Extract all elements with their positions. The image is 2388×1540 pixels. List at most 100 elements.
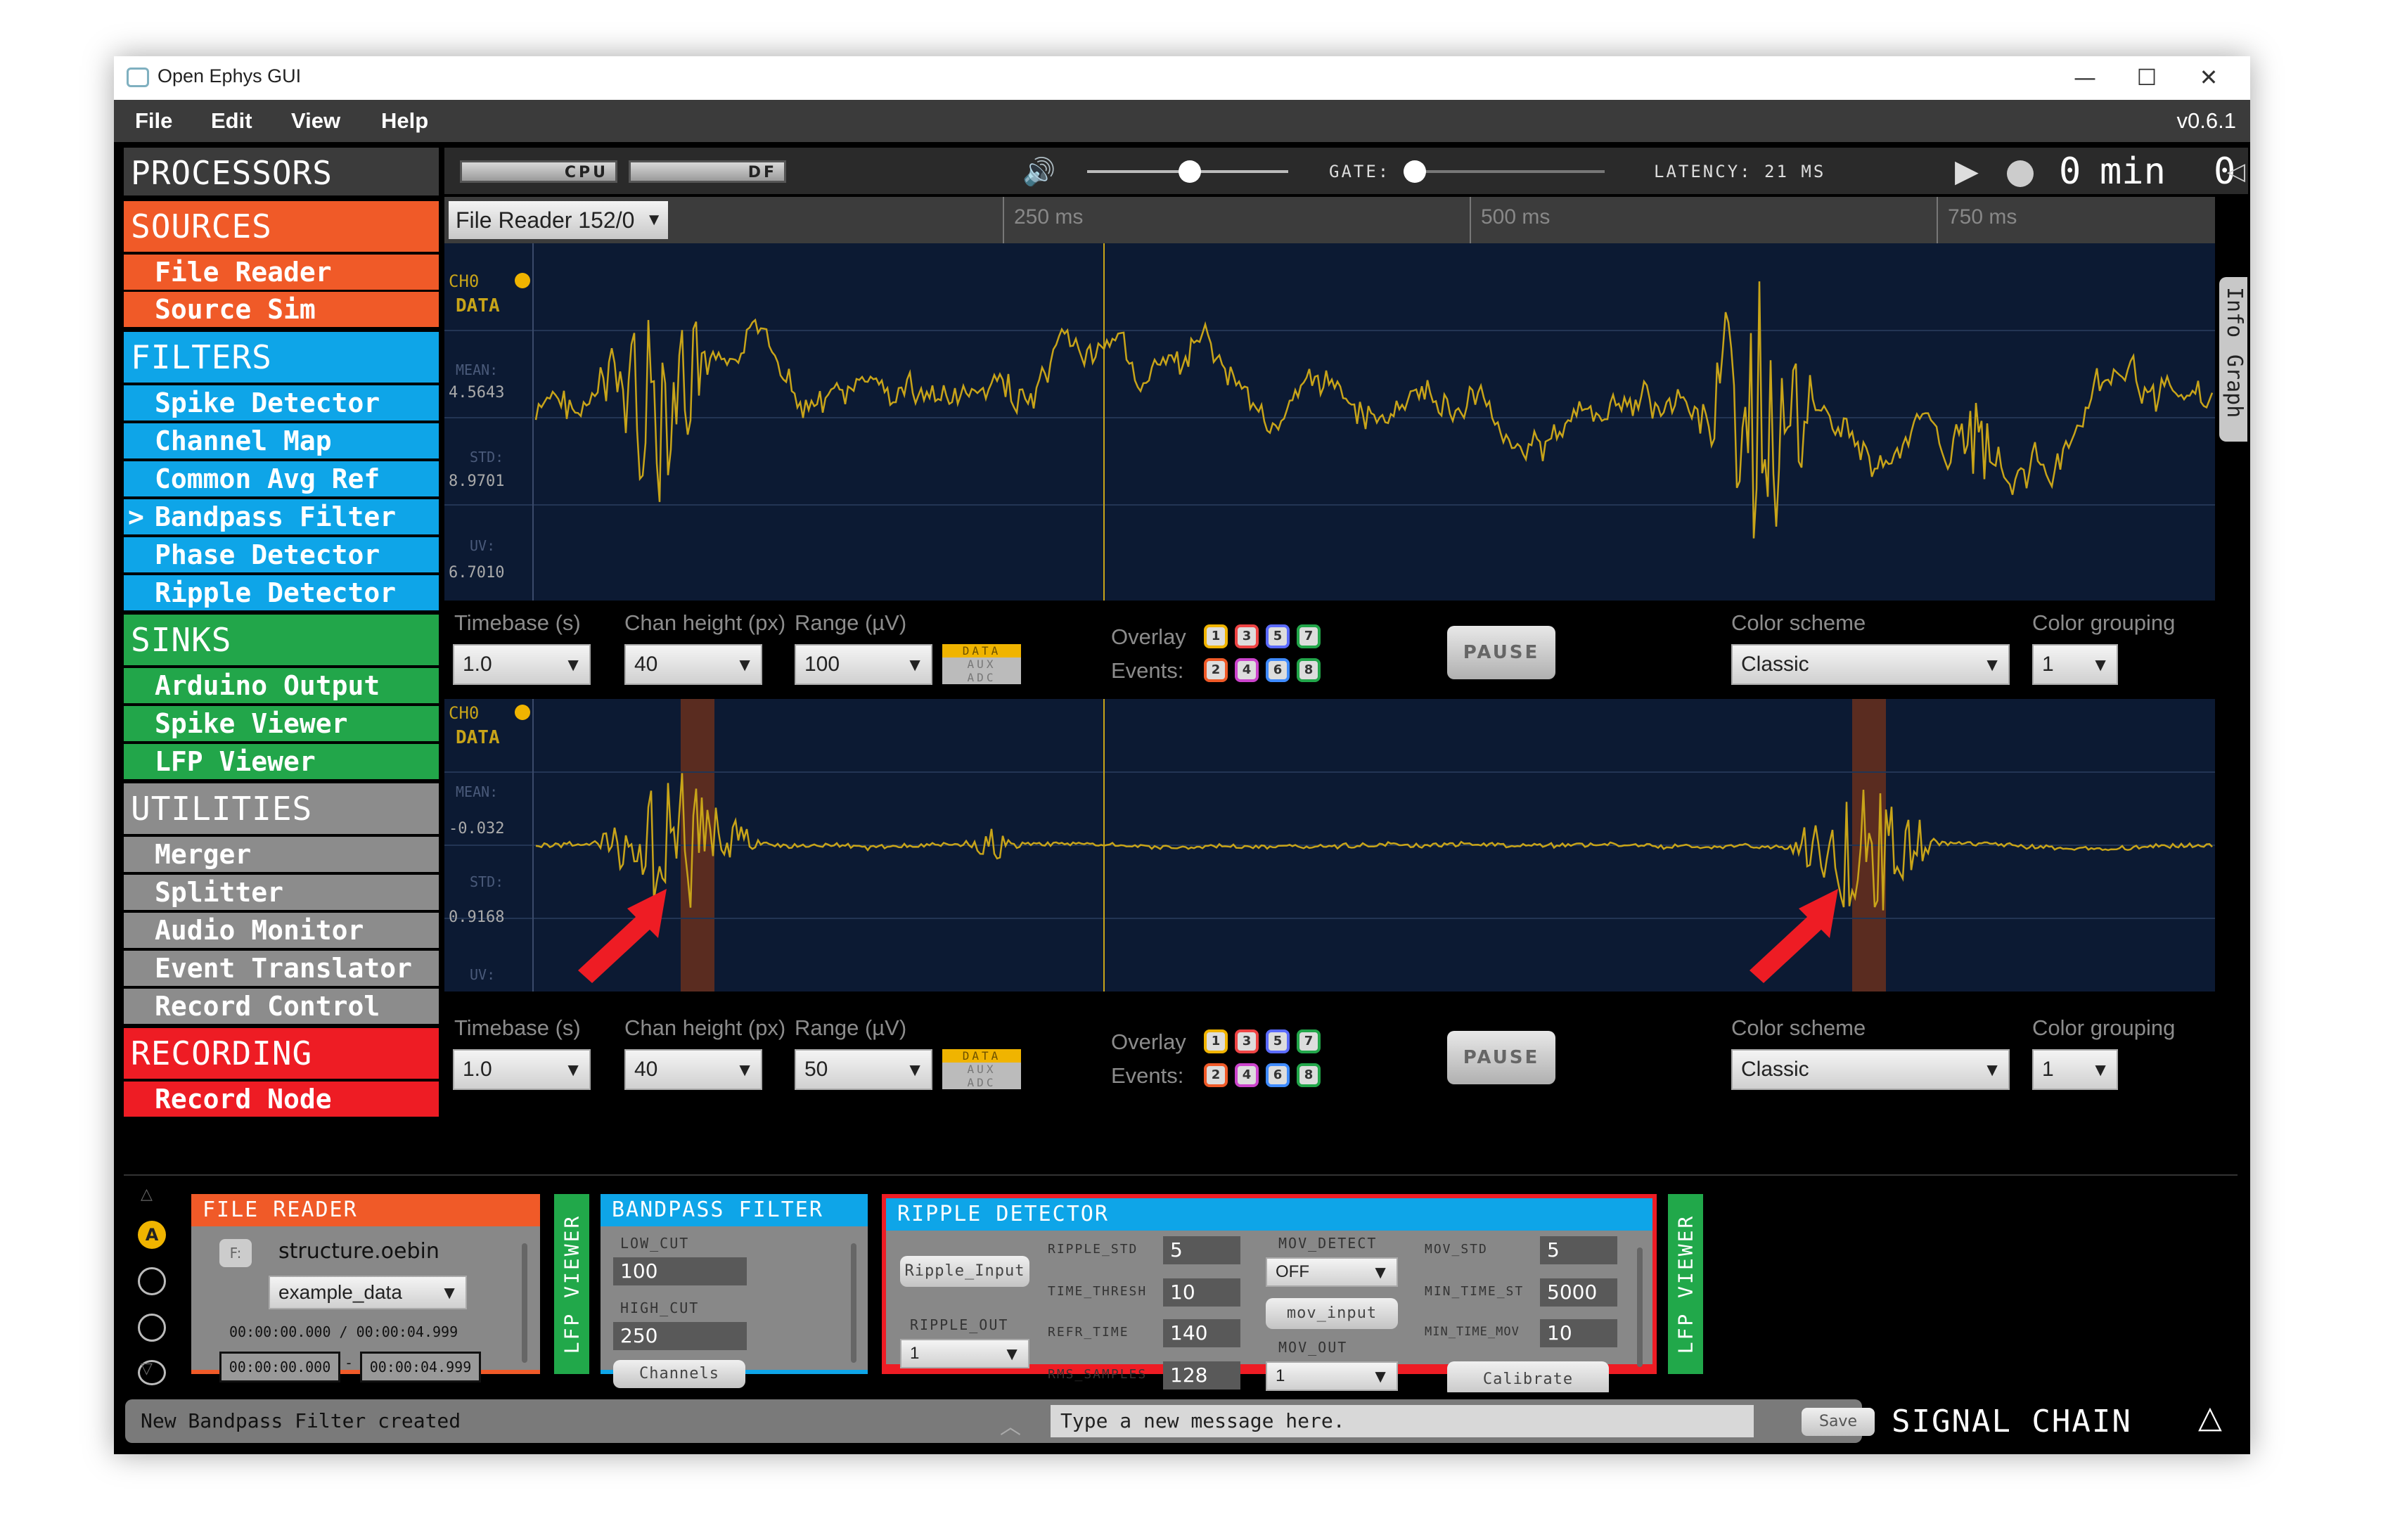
processor-file-reader[interactable]: File Reader xyxy=(124,255,439,290)
minimize-icon[interactable]: — xyxy=(2060,63,2110,91)
gate-slider[interactable] xyxy=(1404,160,1605,183)
scroll-down-icon[interactable]: ▽ xyxy=(141,1360,153,1378)
mov-std-field[interactable]: 5 xyxy=(1540,1236,1617,1264)
aux-type-button[interactable]: AUX xyxy=(942,1063,1021,1076)
timebase-select[interactable]: 1.0 ▼ xyxy=(453,644,591,685)
info-tab[interactable]: Info xyxy=(2222,287,2247,338)
color-scheme-select[interactable]: Classic ▼ xyxy=(1731,1049,2010,1090)
ripple-out-select[interactable]: 1 ▼ xyxy=(900,1339,1029,1368)
processor-splitter[interactable]: Splitter xyxy=(124,875,439,910)
color-scheme-select[interactable]: Classic ▼ xyxy=(1731,644,2010,685)
channel-dot-icon[interactable] xyxy=(515,273,530,288)
event-channel-1[interactable]: 1 xyxy=(1204,1029,1228,1053)
save-message-button[interactable]: Save xyxy=(1802,1408,1875,1436)
chan-height-select[interactable]: 40 ▼ xyxy=(624,644,762,685)
channel-dot-icon[interactable] xyxy=(515,705,530,720)
volume-slider[interactable] xyxy=(1087,160,1288,183)
event-channel-8[interactable]: 8 xyxy=(1297,658,1321,682)
min-time-st-field[interactable]: 5000 xyxy=(1540,1278,1617,1307)
group-filters[interactable]: FILTERS xyxy=(124,332,439,383)
speaker-icon[interactable]: 🔊 xyxy=(1022,156,1055,188)
lfp-viewer-collapsed[interactable]: LFP VIEWER xyxy=(1668,1194,1703,1374)
gate-slider-thumb[interactable] xyxy=(1404,160,1426,183)
signal-chain-slot-a[interactable]: A xyxy=(138,1221,166,1249)
record-icon[interactable] xyxy=(2007,160,2034,187)
high-cut-field[interactable]: 250 xyxy=(613,1322,747,1350)
processor-source-sim[interactable]: Source Sim xyxy=(124,292,439,327)
event-channel-7[interactable]: 7 xyxy=(1297,1029,1321,1053)
processor-common-avg-ref[interactable]: Common Avg Ref xyxy=(124,461,439,496)
scroll-up-icon[interactable]: △ xyxy=(141,1186,153,1203)
processor-channel-map[interactable]: Channel Map xyxy=(124,423,439,458)
play-icon[interactable]: ▶ xyxy=(1955,153,1979,189)
chan-height-select[interactable]: 40 ▼ xyxy=(624,1049,762,1090)
menu-edit[interactable]: Edit xyxy=(211,108,252,134)
ripple-input-button[interactable]: Ripple_Input xyxy=(900,1256,1029,1287)
scrollbar[interactable] xyxy=(851,1243,856,1363)
processor-lfp-viewer[interactable]: LFP Viewer xyxy=(124,744,439,779)
drive-button[interactable]: F: xyxy=(219,1239,252,1267)
group-recording[interactable]: RECORDING xyxy=(124,1028,439,1079)
scrollbar[interactable] xyxy=(522,1243,527,1363)
data-type-button[interactable]: DATA xyxy=(942,644,1021,657)
processor-spike-viewer[interactable]: Spike Viewer xyxy=(124,706,439,741)
pause-button[interactable]: PAUSE xyxy=(1447,1031,1555,1084)
menu-file[interactable]: File xyxy=(135,108,172,134)
file-name[interactable]: structure.oebin xyxy=(278,1239,439,1264)
collapse-toolbar-icon[interactable]: ◁ xyxy=(2227,158,2245,186)
timebase-select[interactable]: 1.0 ▼ xyxy=(453,1049,591,1090)
event-channel-7[interactable]: 7 xyxy=(1297,624,1321,648)
processor-arduino-output[interactable]: Arduino Output xyxy=(124,668,439,703)
time-thresh-field[interactable]: 10 xyxy=(1163,1278,1240,1307)
rms-samples-field[interactable]: 128 xyxy=(1163,1361,1240,1390)
event-channel-6[interactable]: 6 xyxy=(1266,1063,1290,1087)
event-channel-4[interactable]: 4 xyxy=(1235,658,1259,682)
end-time-field[interactable]: 00:00:04.999 xyxy=(360,1352,481,1382)
processor-spike-detector[interactable]: Spike Detector xyxy=(124,385,439,421)
lfp-plot-2[interactable]: CH0 DATA MEAN: -0.032 STD: 0.9168 UV: xyxy=(444,699,2215,992)
data-type-button[interactable]: DATA xyxy=(942,1049,1021,1063)
source-selector[interactable]: File Reader 152/0 ▼ xyxy=(449,201,668,239)
ripple-std-field[interactable]: 5 xyxy=(1163,1236,1240,1264)
lfp-plot-1[interactable]: CH0 DATA MEAN: 4.5643 STD: 8.9701 UV: 6.… xyxy=(444,243,2215,601)
mov-detect-select[interactable]: OFF ▼ xyxy=(1266,1257,1398,1287)
processor-phase-detector[interactable]: Phase Detector xyxy=(124,537,439,572)
color-grouping-select[interactable]: 1 ▼ xyxy=(2032,644,2118,685)
signal-chain-slot-empty[interactable] xyxy=(138,1314,166,1342)
low-cut-field[interactable]: 100 xyxy=(613,1257,747,1285)
min-time-mov-field[interactable]: 10 xyxy=(1540,1319,1617,1347)
color-grouping-select[interactable]: 1 ▼ xyxy=(2032,1049,2118,1090)
processor-audio-monitor[interactable]: Audio Monitor xyxy=(124,913,439,948)
event-channel-6[interactable]: 6 xyxy=(1266,658,1290,682)
range-select[interactable]: 50 ▼ xyxy=(795,1049,932,1090)
processor-record-control[interactable]: Record Control xyxy=(124,989,439,1024)
menu-help[interactable]: Help xyxy=(381,108,428,134)
start-time-field[interactable]: 00:00:00.000 xyxy=(219,1352,340,1382)
channels-button[interactable]: Channels xyxy=(613,1360,745,1388)
adc-type-button[interactable]: ADC xyxy=(942,671,1021,684)
range-select[interactable]: 100 ▼ xyxy=(795,644,932,685)
event-channel-8[interactable]: 8 xyxy=(1297,1063,1321,1087)
lfp-viewer-collapsed[interactable]: LFP VIEWER xyxy=(554,1194,589,1374)
group-utilities[interactable]: UTILITIES xyxy=(124,783,439,834)
signal-chain-slot-empty[interactable] xyxy=(138,1267,166,1295)
maximize-icon[interactable]: ☐ xyxy=(2122,63,2171,91)
scrollbar[interactable] xyxy=(1637,1247,1643,1367)
close-icon[interactable]: ✕ xyxy=(2184,63,2233,91)
graph-tab[interactable]: Graph xyxy=(2222,354,2247,418)
adc-type-button[interactable]: ADC xyxy=(942,1076,1021,1089)
event-channel-5[interactable]: 5 xyxy=(1266,624,1290,648)
chevron-up-icon[interactable]: ︿ xyxy=(1000,1409,1021,1440)
message-input[interactable]: Type a new message here. xyxy=(1051,1405,1754,1437)
processor-ripple-detector[interactable]: Ripple Detector xyxy=(124,575,439,610)
processor-record-node[interactable]: Record Node xyxy=(124,1082,439,1117)
event-channel-1[interactable]: 1 xyxy=(1204,624,1228,648)
processor-merger[interactable]: Merger xyxy=(124,837,439,872)
menu-view[interactable]: View xyxy=(291,108,340,134)
event-channel-5[interactable]: 5 xyxy=(1266,1029,1290,1053)
event-channel-2[interactable]: 2 xyxy=(1204,658,1228,682)
group-sinks[interactable]: SINKS xyxy=(124,615,439,665)
processor-event-translator[interactable]: Event Translator xyxy=(124,951,439,986)
event-channel-3[interactable]: 3 xyxy=(1235,624,1259,648)
stream-select[interactable]: example_data ▼ xyxy=(269,1276,467,1309)
